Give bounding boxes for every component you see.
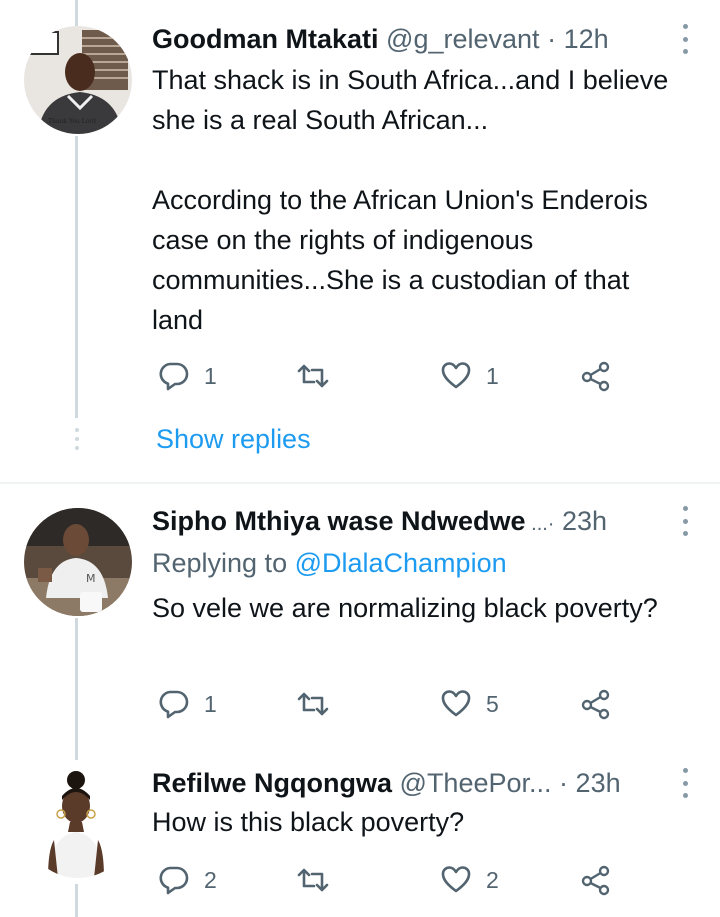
share-button[interactable] — [580, 356, 612, 396]
like-button[interactable]: 1 — [440, 356, 499, 396]
tweet-actions: 1 5 — [152, 684, 632, 724]
retweet-icon — [297, 868, 329, 892]
tweet-actions: 2 2 — [152, 860, 632, 900]
header-separator: · — [547, 24, 557, 54]
more-icon[interactable] — [678, 506, 692, 536]
reply-count: 1 — [204, 362, 217, 389]
tweet-refilwe[interactable]: Refilwe Ngqongwa @TheePor... · 23h How i… — [0, 756, 720, 917]
share-icon — [581, 865, 610, 896]
retweet-button[interactable] — [296, 356, 344, 396]
author-handle[interactable]: @TheePor... — [400, 768, 552, 798]
share-button[interactable] — [580, 860, 612, 900]
author-name[interactable]: Goodman Mtakati — [152, 24, 379, 54]
tweet-header: Goodman Mtakati @g_relevant · 12h — [152, 22, 660, 56]
share-icon — [581, 361, 610, 392]
replying-to: Replying to @DlalaChampion — [152, 546, 507, 580]
tweet-sipho[interactable]: M Sipho Mthiya wase Ndwedwe ...· 23h Rep… — [0, 486, 720, 756]
show-replies-link[interactable]: Show replies — [156, 422, 311, 456]
more-icon[interactable] — [678, 768, 692, 798]
like-icon — [441, 690, 471, 717]
tweet-text: So vele we are normalizing black poverty… — [152, 593, 658, 623]
avatar[interactable]: Thank You Lord — [24, 26, 132, 134]
author-name[interactable]: Sipho Mthiya wase Ndwedwe — [152, 506, 526, 536]
reply-button[interactable]: 1 — [158, 684, 217, 724]
tweet-time[interactable]: 12h — [564, 24, 609, 54]
author-handle[interactable]: @g_relevant — [386, 24, 540, 54]
tweet-time[interactable]: 23h — [576, 768, 621, 798]
replying-prefix: Replying to — [152, 548, 295, 578]
retweet-icon — [297, 364, 329, 388]
thread-gap-dots — [74, 428, 80, 450]
tweet-text: How is this black poverty? — [152, 807, 465, 837]
header-separator: · — [559, 768, 569, 798]
retweet-button[interactable] — [296, 860, 344, 900]
more-icon[interactable] — [678, 24, 692, 54]
avatar[interactable]: M — [24, 508, 132, 616]
reply-count: 1 — [204, 690, 217, 717]
tweet-time[interactable]: 23h — [562, 506, 607, 536]
retweet-button[interactable] — [296, 684, 344, 724]
tweet-actions: 1 1 — [152, 356, 632, 396]
like-count: 5 — [486, 690, 499, 717]
like-count: 2 — [486, 866, 499, 893]
reply-icon — [159, 866, 189, 895]
like-count: 1 — [486, 362, 499, 389]
tweet-header: Sipho Mthiya wase Ndwedwe ...· 23h — [152, 504, 660, 538]
like-button[interactable]: 2 — [440, 860, 499, 900]
divider — [0, 482, 720, 484]
svg-text:M: M — [86, 572, 96, 585]
reply-button[interactable]: 1 — [158, 356, 217, 396]
avatar[interactable] — [24, 770, 132, 878]
share-icon — [581, 689, 610, 720]
author-name[interactable]: Refilwe Ngqongwa — [152, 768, 392, 798]
like-icon — [441, 362, 471, 389]
header-separator: ...· — [525, 513, 555, 535]
reply-icon — [159, 362, 189, 391]
tweet-text: That shack is in South Africa...and I be… — [152, 65, 669, 335]
tweet-goodman[interactable]: Thank You Lord Goodman Mtakati @g_releva… — [0, 0, 720, 480]
retweet-icon — [297, 692, 329, 716]
tweet-header: Refilwe Ngqongwa @TheePor... · 23h — [152, 766, 660, 800]
avatar-caption: Thank You Lord — [48, 118, 96, 125]
like-button[interactable]: 5 — [440, 684, 499, 724]
reply-count: 2 — [204, 866, 217, 893]
replying-mention[interactable]: @DlalaChampion — [295, 548, 507, 578]
reply-button[interactable]: 2 — [158, 860, 217, 900]
like-icon — [441, 866, 471, 893]
share-button[interactable] — [580, 684, 612, 724]
reply-icon — [159, 690, 189, 719]
